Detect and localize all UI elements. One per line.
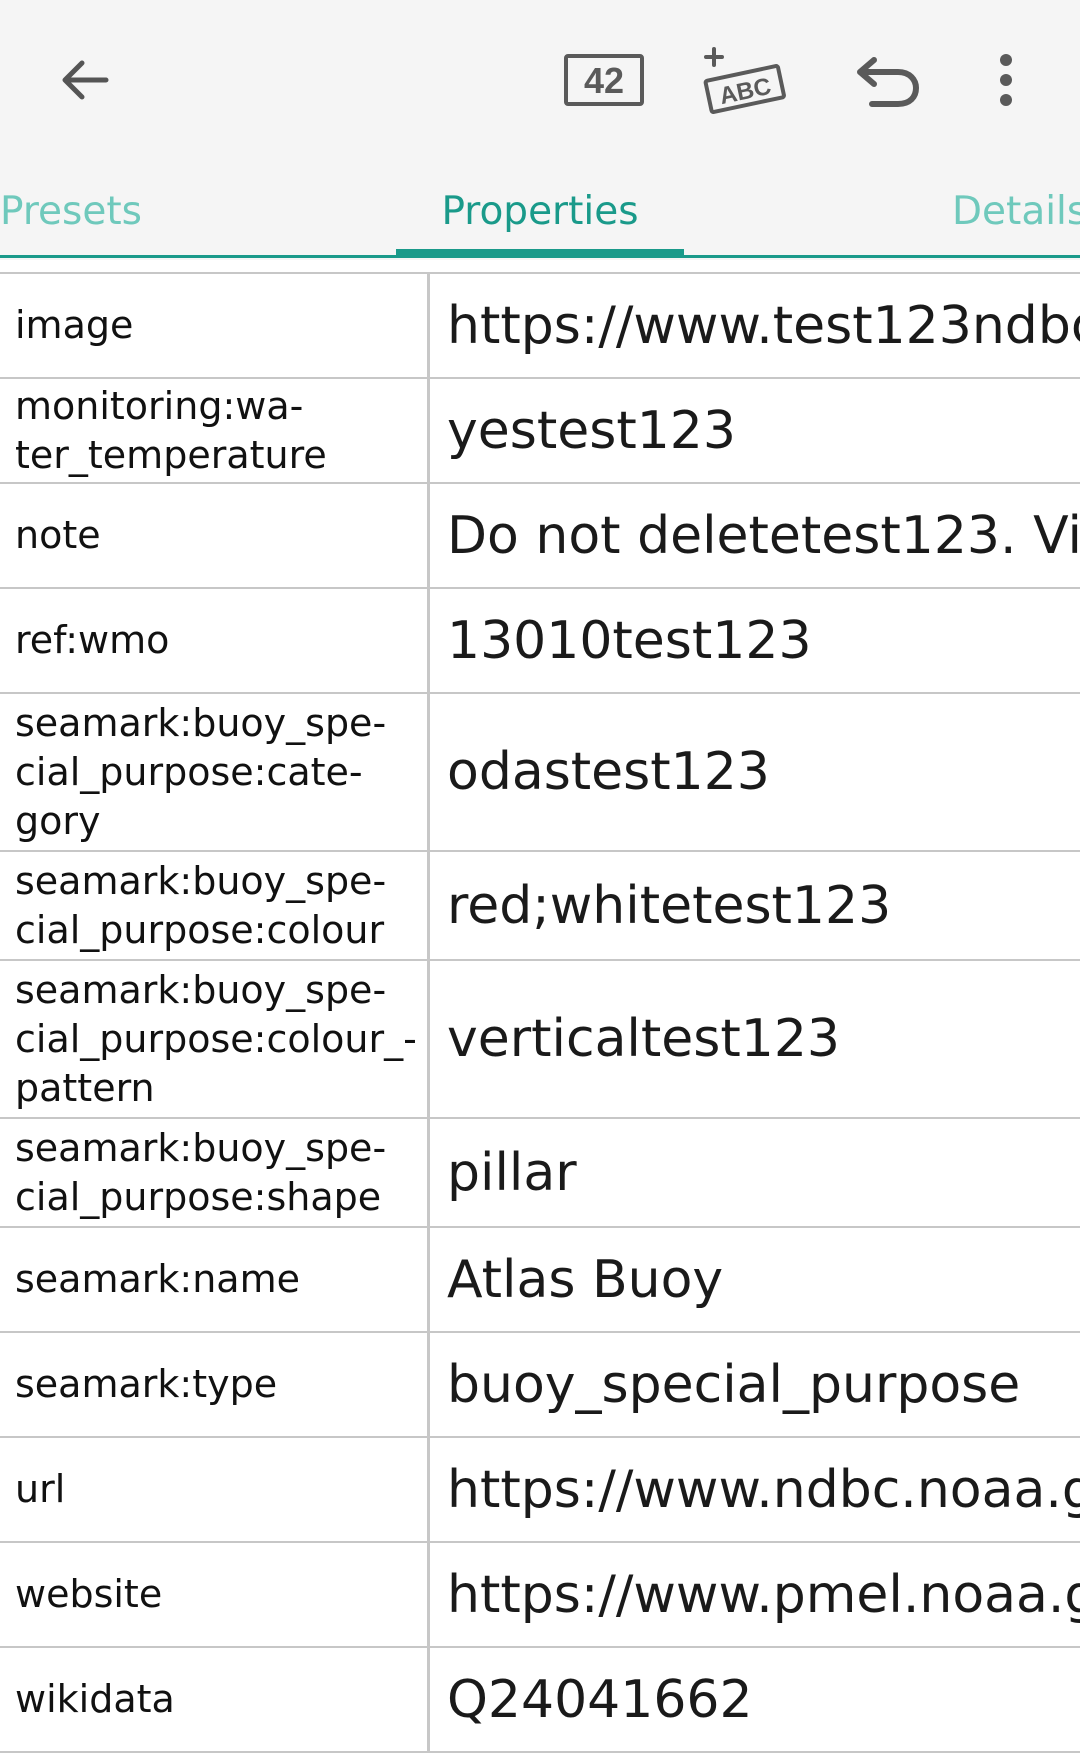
tag-key[interactable]: wikidata [0,1648,430,1751]
tag-value[interactable]: yestest123 [430,379,1080,482]
tab-presets[interactable]: Presets [0,168,142,255]
add-address-button[interactable]: 42 [552,40,656,120]
key-line: cial_purpose:shape [15,1174,382,1219]
table-row[interactable]: monitoring:wa- ter_temperature yestest12… [0,379,1080,484]
key-line: seamark:name [15,1257,300,1301]
key-line: seamark:buoy_spe- [15,1125,387,1170]
add-name-button[interactable]: ABC [698,40,792,120]
table-row[interactable]: seamark:buoy_spe- cial_purpose:colour_- … [0,961,1080,1119]
tag-value[interactable]: Do not deletetest123. Visu [430,484,1080,587]
tag-key[interactable]: website [0,1543,430,1646]
table-row[interactable]: seamark:buoy_spe- cial_purpose:colour re… [0,852,1080,961]
overflow-menu-button[interactable] [984,40,1028,120]
table-row[interactable]: url https://www.ndbc.noaa.gc [0,1438,1080,1543]
back-button[interactable] [44,40,124,120]
tag-value[interactable]: Atlas Buoy [430,1228,1080,1331]
tag-value[interactable]: pillar [430,1119,1080,1226]
undo-button[interactable] [848,40,928,120]
tag-key[interactable]: monitoring:wa- ter_temperature [0,379,430,482]
tag-value[interactable]: 13010test123 [430,589,1080,692]
tag-key[interactable]: seamark:name [0,1228,430,1331]
tag-key[interactable]: seamark:buoy_spe- cial_purpose:shape [0,1119,430,1226]
key-line: image [15,303,134,347]
toolbar: 42 ABC [0,0,1080,160]
tag-key[interactable]: url [0,1438,430,1541]
table-row[interactable]: wikidata Q24041662 [0,1648,1080,1753]
properties-table: image https://www.test123ndbc. monitorin… [0,272,1080,1753]
key-line: cial_purpose:colour_- [15,1016,417,1061]
table-row[interactable]: seamark:type buoy_special_purpose [0,1333,1080,1438]
key-line: ref:wmo [15,618,170,662]
tag-value[interactable]: https://www.test123ndbc. [430,274,1080,377]
key-line: url [15,1467,66,1511]
table-row[interactable]: ref:wmo 13010test123 [0,589,1080,694]
key-line: seamark:buoy_spe- [15,700,387,745]
key-line: note [15,513,101,557]
key-line: cial_purpose:cate- [15,749,363,794]
table-row[interactable]: note Do not deletetest123. Visu [0,484,1080,589]
arrow-back-icon [62,60,109,100]
app-bar: 42 ABC Presets Properties Details [0,0,1080,260]
key-line: monitoring:wa- [15,383,304,428]
house-number-42-icon: 42 [564,54,644,106]
table-row[interactable]: image https://www.test123ndbc. [0,274,1080,379]
add-abc-icon: ABC [703,47,786,114]
undo-icon [857,57,920,107]
tag-key[interactable]: note [0,484,430,587]
tag-key[interactable]: ref:wmo [0,589,430,692]
tab-bar: Presets Properties Details [0,168,1080,258]
table-row[interactable]: seamark:buoy_spe- cial_purpose:cate- gor… [0,694,1080,852]
tag-key[interactable]: seamark:buoy_spe- cial_purpose:cate- gor… [0,694,430,850]
key-line: cial_purpose:colour [15,907,385,952]
tag-value[interactable]: https://www.ndbc.noaa.gc [430,1438,1080,1541]
tag-key[interactable]: image [0,274,430,377]
address-icon-label: 42 [584,60,624,101]
table-row[interactable]: website https://www.pmel.noaa.gc [0,1543,1080,1648]
tag-key[interactable]: seamark:buoy_spe- cial_purpose:colour [0,852,430,959]
tag-value[interactable]: https://www.pmel.noaa.gc [430,1543,1080,1646]
tag-key[interactable]: seamark:type [0,1333,430,1436]
key-line: seamark:type [15,1362,278,1406]
key-line: seamark:buoy_spe- [15,967,387,1012]
more-vert-icon [1000,54,1012,106]
key-line: wikidata [15,1677,175,1721]
table-row[interactable]: seamark:buoy_spe- cial_purpose:shape pil… [0,1119,1080,1228]
key-line: pattern [15,1065,155,1110]
selected-tab-indicator [396,249,684,256]
key-line: seamark:buoy_spe- [15,858,387,903]
tag-key[interactable]: seamark:buoy_spe- cial_purpose:colour_- … [0,961,430,1117]
tag-value[interactable]: buoy_special_purpose [430,1333,1080,1436]
tag-value[interactable]: red;whitetest123 [430,852,1080,959]
key-line: website [15,1572,163,1616]
key-line: ter_temperature [15,432,327,477]
tab-properties[interactable]: Properties [396,168,684,255]
tag-value[interactable]: Q24041662 [430,1648,1080,1751]
tag-value[interactable]: verticaltest123 [430,961,1080,1117]
table-row[interactable]: seamark:name Atlas Buoy [0,1228,1080,1333]
tag-value[interactable]: odastest123 [430,694,1080,850]
key-line: gory [15,798,101,843]
tab-details[interactable]: Details [952,168,1080,255]
